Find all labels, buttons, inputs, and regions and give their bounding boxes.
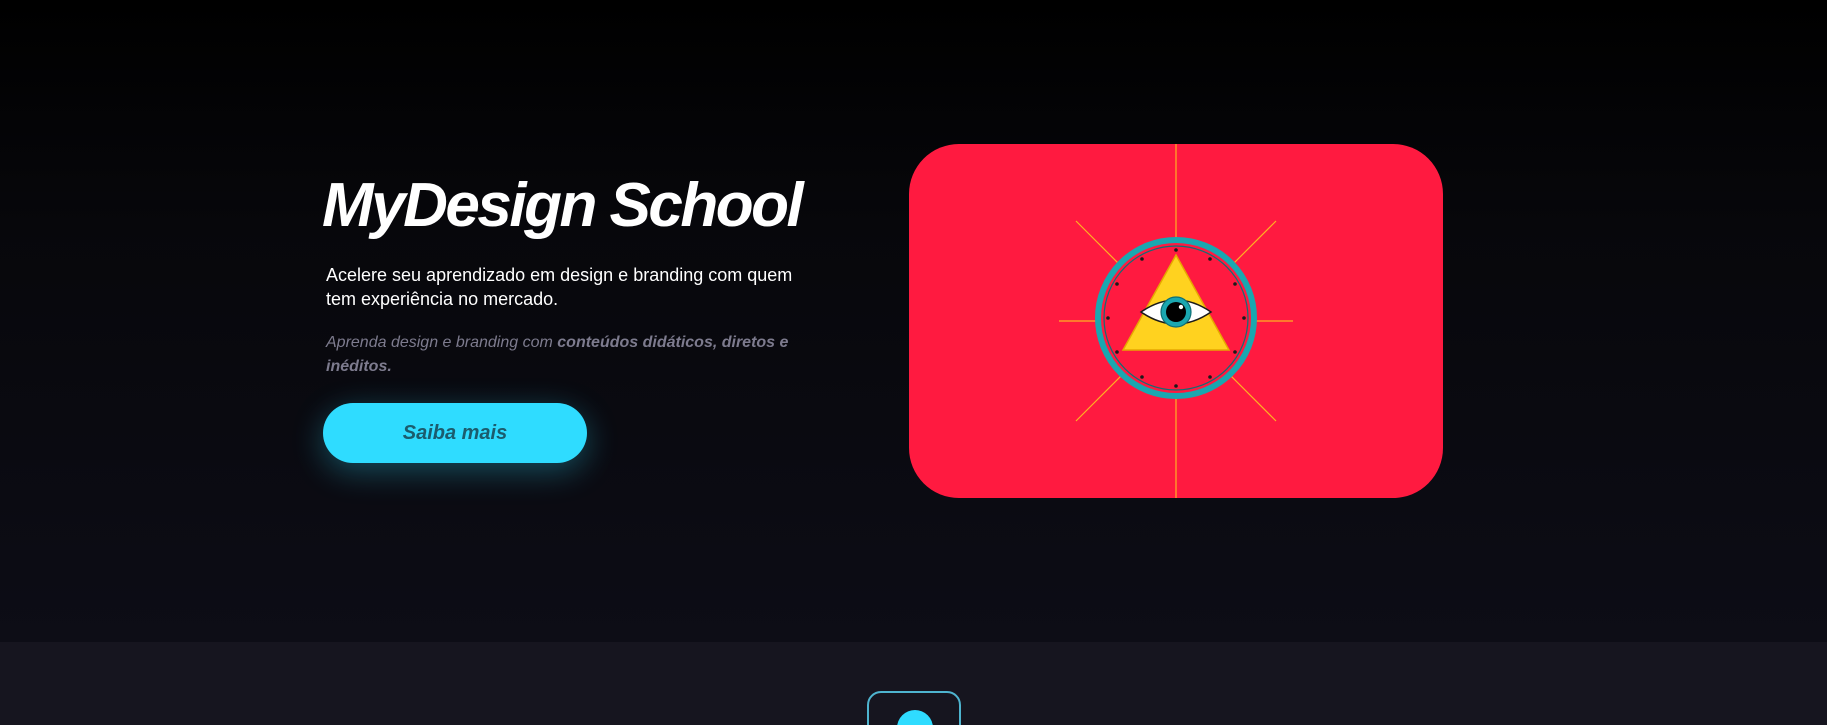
hero-illustration xyxy=(909,144,1443,498)
hero-note-prefix: Aprenda design e branding com xyxy=(326,334,558,351)
eye-of-providence-icon xyxy=(1059,144,1293,498)
hero-subtitle: Acelere seu aprendizado em design e bran… xyxy=(326,265,793,309)
hero-title: MyDesign School xyxy=(322,171,804,240)
hero-note: Aprenda design e branding com conteúdos … xyxy=(326,331,816,379)
chevron-down-icon: ⌄ xyxy=(897,710,933,725)
hero-section: MyDesign School Acelere seu aprendizado … xyxy=(0,0,1827,642)
scroll-down-button[interactable]: ⌄ xyxy=(867,691,961,725)
saiba-mais-button[interactable]: Saiba mais xyxy=(323,403,587,463)
